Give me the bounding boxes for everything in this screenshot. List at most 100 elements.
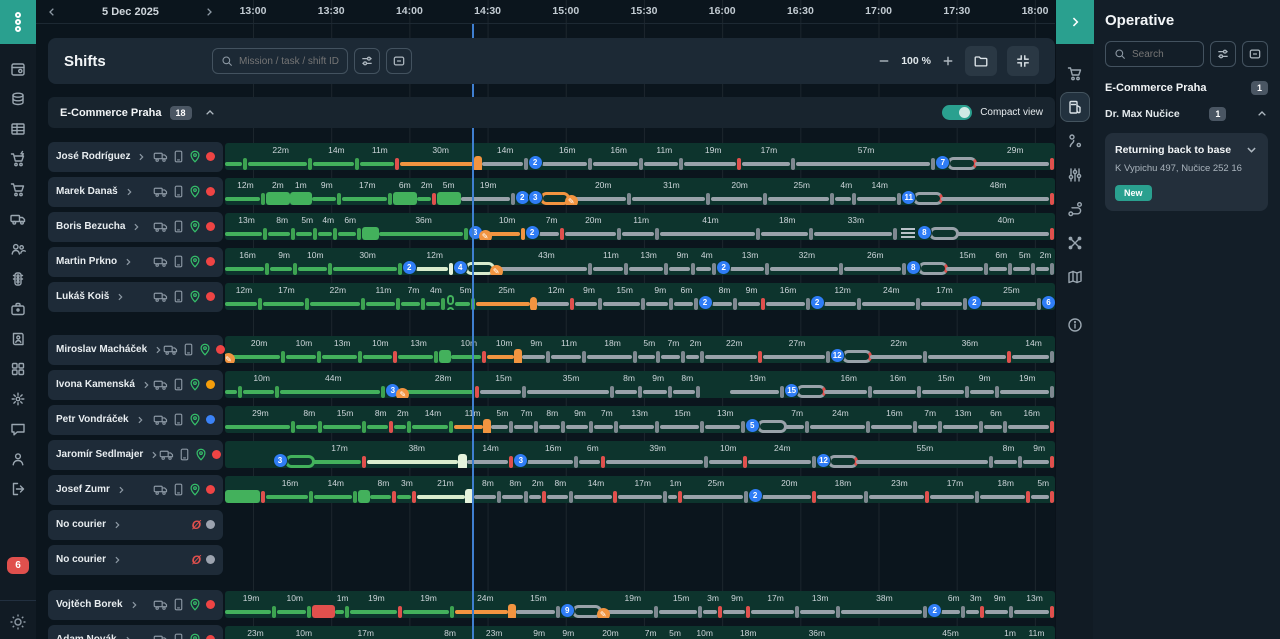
delay-block[interactable]	[312, 593, 334, 618]
chevron-up-icon[interactable]	[204, 107, 216, 119]
chevron-right-icon[interactable]	[153, 345, 163, 355]
chevron-right-icon[interactable]	[123, 635, 133, 639]
task-block[interactable]	[362, 215, 378, 240]
tool-sliders-v-icon[interactable]	[1060, 160, 1090, 190]
shift-segment[interactable]: 4m	[426, 285, 447, 310]
shift-segment[interactable]: 10m	[243, 373, 280, 398]
shift-segment[interactable]: 15m	[946, 250, 989, 275]
tool-fuel-icon[interactable]	[1060, 92, 1090, 122]
shift-segment[interactable]: 10m	[286, 628, 322, 639]
shift-segment[interactable]: 26m	[844, 250, 907, 275]
stop-count-badge[interactable]: 8	[906, 260, 921, 275]
return-loop[interactable]	[929, 227, 959, 240]
shift-segment[interactable]: 19m	[730, 373, 785, 398]
courier-card[interactable]: Josef Zumr	[48, 475, 223, 505]
courier-card[interactable]: Martin Prkno	[48, 247, 223, 277]
shift-segment[interactable]: 2m	[417, 180, 437, 205]
shift-segment[interactable]: 11m	[1018, 628, 1055, 639]
shift-segment[interactable]: 13m	[1014, 593, 1055, 618]
edit-badge[interactable]: ✎	[490, 265, 503, 275]
stop-count-badge[interactable]: 2	[927, 603, 942, 618]
shift-segment[interactable]: 19m	[461, 180, 516, 205]
courier-card[interactable]: Petr Vondráček	[48, 405, 223, 435]
shift-segment[interactable]: 27m	[763, 338, 830, 363]
task-card[interactable]: Returning back to base K Vypichu 497, Nu…	[1105, 133, 1268, 211]
shift-segment[interactable]: 12m	[537, 285, 575, 310]
shift-segment[interactable]: 13m	[398, 338, 439, 363]
shift-segment[interactable]: 6m	[338, 215, 362, 240]
shift-segment[interactable]: 13m	[322, 338, 363, 363]
shift-segment[interactable]: 6m	[674, 285, 698, 310]
shift-segment[interactable]: 17m	[263, 285, 310, 310]
return-loop[interactable]	[285, 455, 315, 468]
shift-segment[interactable]: 17m	[618, 478, 668, 503]
shift-segment[interactable]: 4m	[696, 250, 717, 275]
shift-segment[interactable]: 8m	[474, 478, 501, 503]
shift-segment[interactable]: 18m	[817, 478, 869, 503]
shift-segment[interactable]: 13m	[800, 593, 841, 618]
shift-segment[interactable]: 9m	[575, 285, 603, 310]
shift-segment[interactable]: 19m	[403, 593, 455, 618]
shift-segment[interactable]: 1m	[1002, 628, 1018, 639]
task-block[interactable]: 1m	[290, 180, 312, 205]
shift-segment[interactable]: 9m	[646, 285, 674, 310]
shift-segment[interactable]: 10m	[298, 250, 332, 275]
edit-badge[interactable]: ✎	[565, 195, 578, 205]
shift-segment[interactable]: 16m	[225, 250, 270, 275]
edit-badge[interactable]: ✎	[225, 353, 235, 363]
stacked-tasks-marker[interactable]	[901, 228, 915, 239]
shift-segment[interactable]: 3m	[703, 593, 722, 618]
shift-segment[interactable]: 19m	[225, 593, 277, 618]
shift-segment[interactable]: 14m	[482, 145, 529, 170]
shift-segment[interactable]: 3m	[397, 478, 417, 503]
collapse-all-button[interactable]	[1242, 41, 1268, 67]
edit-badge[interactable]: ✎	[479, 230, 492, 240]
shift-segment[interactable]: 7m	[539, 215, 565, 240]
courier-card[interactable]: Jaromír Sedlmajer	[48, 440, 223, 470]
shift-segment[interactable]: 36m	[774, 628, 860, 639]
stop-count-badge[interactable]: 2	[698, 295, 713, 310]
stop-count-badge[interactable]: 8	[917, 225, 932, 240]
chevron-up-icon[interactable]	[1256, 108, 1268, 120]
shift-segment[interactable]: 20m	[762, 478, 818, 503]
shift-segment[interactable]: 22m	[870, 338, 928, 363]
shift-segment[interactable]: 9m	[270, 250, 298, 275]
nav-briefcase-icon[interactable]	[3, 294, 33, 324]
tool-junction-icon[interactable]	[1060, 228, 1090, 258]
shift-segment[interactable]: 8m	[502, 478, 529, 503]
shift-segment[interactable]: 12m	[416, 250, 454, 275]
nav-chat-icon[interactable]	[3, 414, 33, 444]
shift-segment[interactable]: 11m	[551, 338, 588, 363]
stop-count-badge[interactable]: 2	[716, 260, 731, 275]
tool-info-icon[interactable]	[1060, 310, 1090, 340]
shift-segment[interactable]: 22m	[310, 285, 366, 310]
nav-coins-icon[interactable]	[3, 84, 33, 114]
shift-segment[interactable]: 25m	[981, 285, 1042, 310]
return-loop[interactable]	[842, 350, 872, 363]
shift-segment[interactable]: 2m	[394, 408, 411, 433]
shift-segment[interactable]: 5m	[1031, 478, 1055, 503]
shift-segment[interactable]: 11m	[593, 250, 629, 275]
shift-segment[interactable]: 9m	[566, 408, 595, 433]
shift-search-input[interactable]	[239, 56, 339, 67]
shift-segment[interactable]: 11m	[622, 215, 660, 240]
shift-segment[interactable]: 15m	[659, 593, 704, 618]
nav-person-icon[interactable]	[3, 444, 33, 474]
shift-segment[interactable]: 6m	[941, 593, 966, 618]
shift-segment[interactable]: 5m	[1013, 250, 1036, 275]
collapse-all-button[interactable]	[386, 48, 412, 74]
shift-segment[interactable]: 43m	[500, 250, 593, 275]
courier-card[interactable]: Adam Novák	[48, 625, 223, 639]
chevron-right-icon[interactable]	[141, 380, 151, 390]
stop-count-badge[interactable]: 2	[810, 295, 825, 310]
shift-segment[interactable]: 29m	[975, 145, 1055, 170]
shift-segment[interactable]: 15m	[660, 408, 705, 433]
shift-segment[interactable]: 8m	[547, 478, 574, 503]
shift-segment[interactable]: 15m	[480, 373, 527, 398]
stop-count-badge[interactable]: 12	[830, 348, 845, 363]
shift-segment[interactable]: 18m	[587, 338, 637, 363]
shift-segment[interactable]: 29m	[225, 408, 296, 433]
nav-schedule-icon[interactable]	[3, 54, 33, 84]
shift-segment[interactable]: 17m	[341, 628, 390, 639]
stop-count-badge[interactable]: 2	[525, 225, 540, 240]
